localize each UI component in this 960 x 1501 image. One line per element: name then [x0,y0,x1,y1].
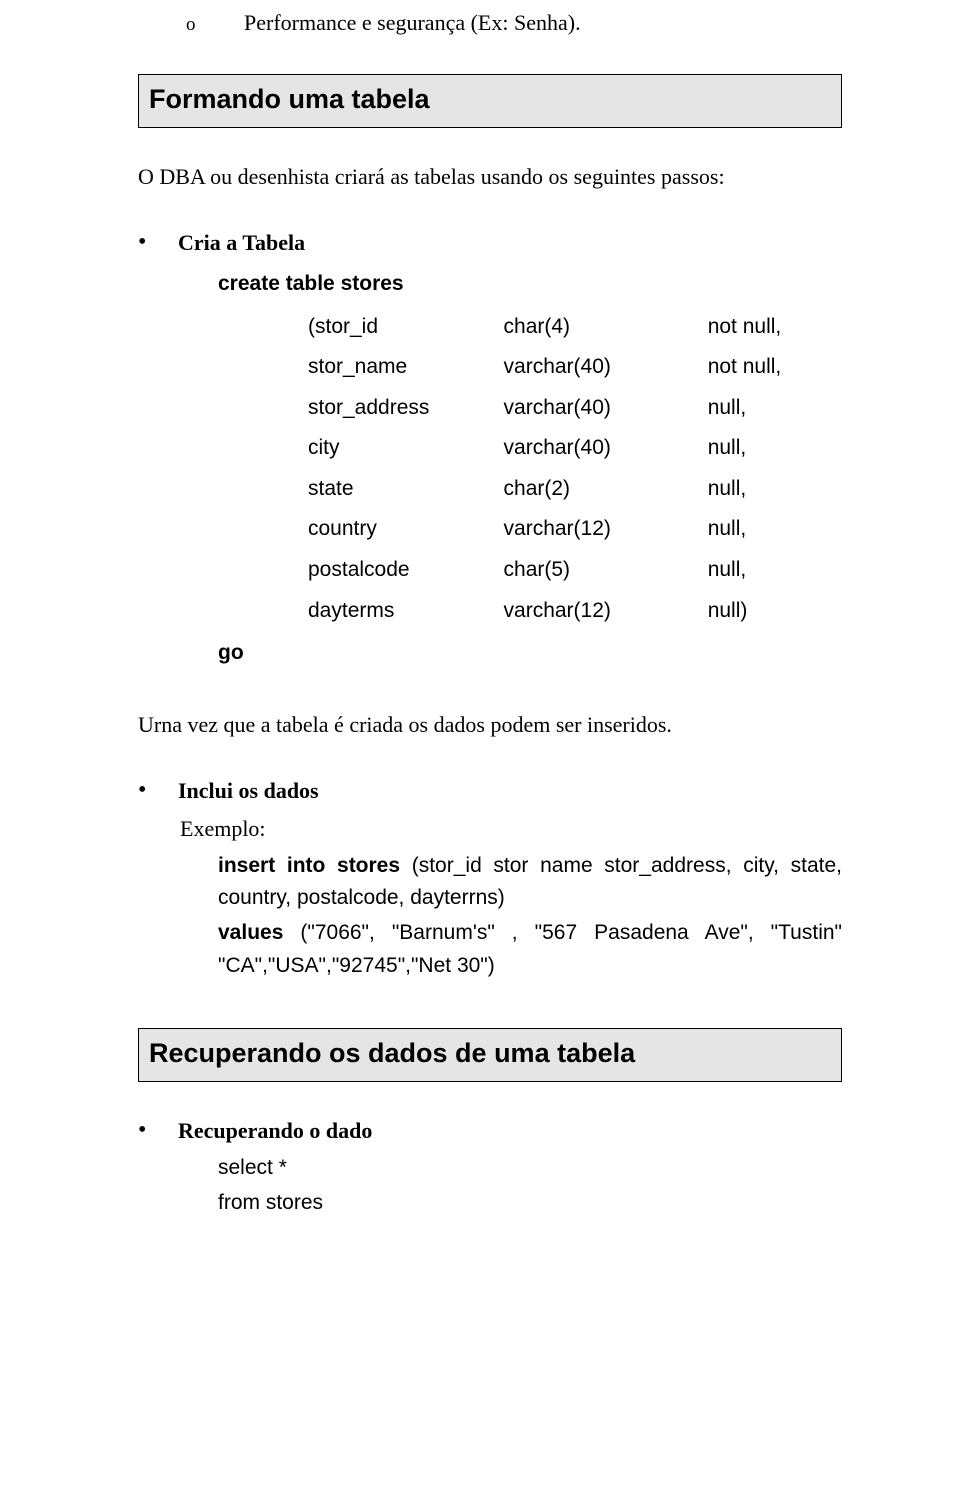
table-row: (stor_idchar(4)not null, [308,307,842,348]
bullet-dot-icon: • [138,1114,178,1148]
col-name: dayterms [308,591,504,632]
col-type: char(2) [504,469,708,510]
bullet-cria-tabela-text: Cria a Tabela [178,226,842,260]
document-page: o Performance e segurança (Ex: Senha). F… [0,0,960,1501]
col-null: null, [708,428,842,469]
col-type: varchar(40) [504,428,708,469]
col-null: null, [708,550,842,591]
col-null: not null, [708,307,842,348]
table-row: cityvarchar(40)null, [308,428,842,469]
col-name: city [308,428,504,469]
code-go: go [218,635,842,670]
bullet-cria-tabela: • Cria a Tabela [138,226,842,260]
table-row: daytermsvarchar(12)null) [308,591,842,632]
insert-block: insert into stores (stor_id stor name st… [218,850,842,915]
create-table-keyword: create table stores [218,272,404,295]
col-null: not null, [708,347,842,388]
table-row: stor_addressvarchar(40)null, [308,388,842,429]
col-name: state [308,469,504,510]
col-name: stor_name [308,347,504,388]
from-line: from stores [218,1187,842,1220]
col-null: null, [708,509,842,550]
table-row: statechar(2)null, [308,469,842,510]
code-columns-table: (stor_idchar(4)not null, stor_namevarcha… [308,307,842,631]
exemplo-label: Exemplo: [180,812,842,846]
sub-bullet-text: Performance e segurança (Ex: Senha). [244,6,581,40]
col-name: (stor_id [308,307,504,348]
bullet-recuperando-text: Recuperando o dado [178,1114,842,1148]
section-heading-recuperando: Recuperando os dados de uma tabela [138,1028,842,1082]
table-row: stor_namevarchar(40)not null, [308,347,842,388]
col-name: postalcode [308,550,504,591]
code-create-table: create table stores [218,266,842,301]
go-keyword: go [218,641,244,664]
values-keyword: values [218,921,300,944]
bullet-inclui: • Inclui os dados [138,774,842,808]
col-type: varchar(40) [504,388,708,429]
section-heading-formando: Formando uma tabela [138,74,842,128]
bullet-recuperando: • Recuperando o dado [138,1114,842,1148]
sub-bullet-item: o Performance e segurança (Ex: Senha). [186,6,842,40]
select-line: select * [218,1152,842,1185]
col-type: char(4) [504,307,708,348]
col-type: varchar(12) [504,591,708,632]
intro-paragraph: O DBA ou desenhista criará as tabelas us… [138,160,842,194]
table-row: countryvarchar(12)null, [308,509,842,550]
col-name: country [308,509,504,550]
bullet-dot-icon: • [138,774,178,808]
table-row: postalcodechar(5)null, [308,550,842,591]
bullet-marker-o: o [186,10,244,39]
values-block: values ("7066", "Barnum's" , "567 Pasade… [218,917,842,982]
col-null: null, [708,388,842,429]
col-null: null, [708,469,842,510]
col-type: varchar(12) [504,509,708,550]
col-name: stor_address [308,388,504,429]
code-columns-block: (stor_idchar(4)not null, stor_namevarcha… [308,307,842,631]
col-type: char(5) [504,550,708,591]
col-null: null) [708,591,842,632]
bullet-inclui-text: Inclui os dados [178,774,842,808]
paragraph-urna: Urna vez que a tabela é criada os dados … [138,708,842,742]
col-type: varchar(40) [504,347,708,388]
insert-into-keyword: insert into stores [218,854,412,877]
bullet-dot-icon: • [138,226,178,260]
values-text: ("7066", "Barnum's" , "567 Pasadena Ave"… [218,921,842,977]
